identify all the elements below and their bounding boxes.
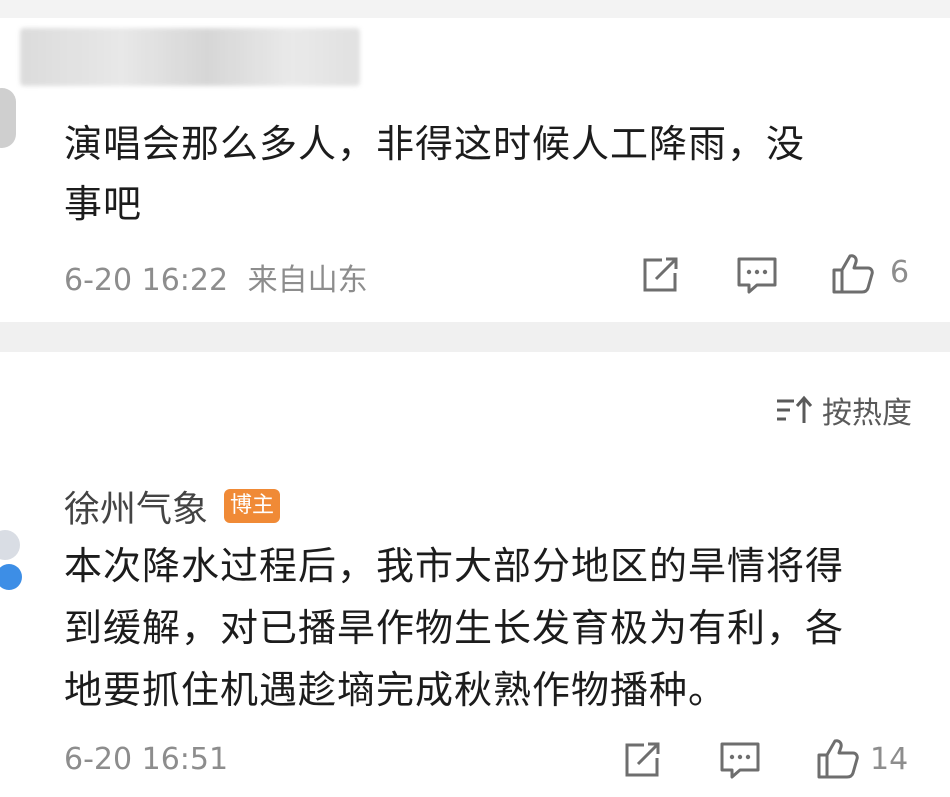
sort-control[interactable]: 按热度 [774,388,912,432]
blogger-badge: 博主 [224,489,281,523]
comment-time: 6-20 16:22 [64,263,229,298]
comment-text-line: 演唱会那么多人，非得这时候人工降雨，没 [64,122,806,166]
section-divider [0,322,950,352]
thumbs-up-icon[interactable] [815,737,861,781]
comment-meta: 6-20 16:51 [64,742,228,777]
comment-meta: 6-20 16:22 来自山东 [64,255,368,299]
like-count: 14 [870,742,909,777]
avatar[interactable] [0,530,20,560]
avatar[interactable] [0,88,16,148]
blurred-username [20,28,360,86]
like-count: 6 [890,255,910,290]
comment-icon[interactable] [735,255,779,295]
comment-text-line: 事吧 [64,182,143,226]
share-icon[interactable] [640,255,682,295]
comment-icon[interactable] [718,740,762,780]
thumbs-up-icon[interactable] [830,252,876,296]
share-icon[interactable] [622,740,664,780]
sort-icon [777,395,813,423]
comment-text-line: 到缓解，对已播旱作物生长发育极为有利，各 [64,606,845,650]
verified-badge-icon [0,564,22,590]
comment-text-line: 地要抓住机遇趁墒完成秋熟作物播种。 [64,668,728,712]
author-name[interactable]: 徐州气象 [64,480,208,532]
comment-text-line: 本次降水过程后，我市大部分地区的旱情将得 [64,544,845,588]
comment-time: 6-20 16:51 [64,742,229,777]
comment-location: 来自山东 [247,263,368,298]
top-divider [0,0,950,18]
comment-author: 徐州气象 博主 [64,480,281,532]
sort-label: 按热度 [822,396,912,431]
